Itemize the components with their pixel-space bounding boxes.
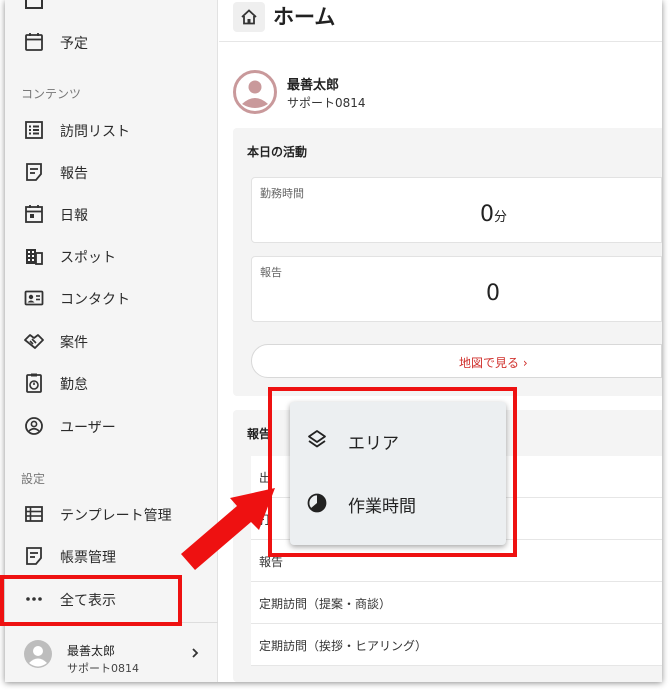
calendar-icon [25, 33, 43, 51]
section-label-contents: コンテンツ [21, 87, 82, 101]
profile-name: 最善太郎 [287, 78, 340, 93]
sidebar-item-users[interactable]: ユーザー [5, 406, 218, 446]
page-header: ホーム [219, 0, 662, 42]
today-activity-panel: 本日の活動 勤務時間 0分 報告 0 地図で見る › [233, 128, 662, 396]
sidebar-item-contact[interactable]: コンタクト [5, 278, 218, 318]
sidebar-user-role: サポート0814 [67, 662, 139, 675]
highlight-box-show-all [0, 575, 182, 626]
building-icon [26, 249, 43, 265]
sidebar-item-visit-list[interactable]: 訪問リスト [5, 110, 218, 150]
sidebar-item-label: 報告 [60, 166, 88, 182]
view-on-map-button[interactable]: 地図で見る › [251, 344, 662, 378]
user-circle-icon [25, 417, 43, 435]
avatar [24, 640, 52, 668]
template-icon [25, 506, 43, 522]
report-row[interactable]: 定期訪問（提案・商談） [251, 582, 662, 624]
form-icon [26, 547, 42, 565]
highlight-box-popup [268, 387, 517, 557]
activity-icon [25, 0, 43, 9]
sidebar-user-name: 最善太郎 [67, 644, 116, 658]
handshake-icon [24, 334, 44, 349]
sidebar-item-deals[interactable]: 案件 [5, 321, 218, 361]
sidebar-item-label: ユーザー [60, 420, 116, 436]
sidebar-item-label: 帳票管理 [60, 550, 116, 566]
work-time-unit: 分 [494, 210, 508, 225]
report-row[interactable]: 定期訪問（挨拶・ヒアリング） [251, 624, 662, 666]
home-icon [241, 9, 257, 25]
report-icon [26, 163, 42, 181]
work-time-card: 勤務時間 0分 [251, 177, 662, 243]
sidebar-item-daily-report[interactable]: 日報 [5, 194, 218, 234]
report-count-card: 報告 0 [251, 256, 662, 322]
profile-avatar [233, 70, 277, 114]
sidebar-item-label: 案件 [60, 335, 88, 351]
sidebar-item-label: スポット [60, 250, 116, 266]
contact-card-icon [24, 290, 44, 306]
report-count-caption: 報告 [260, 266, 282, 279]
annotation-arrow-icon [181, 488, 275, 570]
sidebar-item-label: 勤怠 [60, 377, 88, 393]
sidebar-user-menu[interactable]: 最善太郎 サポート0814 [5, 622, 218, 682]
profile-role: サポート0814 [287, 96, 366, 110]
timer-icon [26, 373, 42, 393]
report-count-value: 0 [486, 281, 500, 306]
panel-title: 本日の活動 [247, 145, 308, 159]
page-title: ホーム [273, 5, 336, 29]
sidebar-item-schedule[interactable]: 予定 [5, 22, 218, 62]
home-button[interactable] [233, 2, 265, 32]
view-on-map-label: 地図で見る › [459, 356, 528, 370]
work-time-caption: 勤務時間 [260, 187, 304, 200]
section-label-settings: 設定 [21, 472, 46, 486]
work-time-value: 0分 [480, 202, 508, 227]
sidebar-item-attendance[interactable]: 勤怠 [5, 363, 218, 403]
daily-report-icon [25, 205, 43, 223]
sidebar-item-label: テンプレート管理 [60, 508, 172, 524]
list-icon [25, 121, 43, 139]
sidebar-item-label: 予定 [60, 36, 88, 52]
sidebar-item-report[interactable]: 報告 [5, 152, 218, 192]
chevron-right-icon [192, 648, 199, 658]
sidebar-item-spot[interactable]: スポット [5, 236, 218, 276]
sidebar-item-label: 訪問リスト [60, 124, 130, 140]
sidebar-item-activity[interactable] [5, 0, 218, 22]
sidebar-item-label: 日報 [60, 208, 88, 224]
sidebar-item-label: コンタクト [60, 292, 130, 308]
